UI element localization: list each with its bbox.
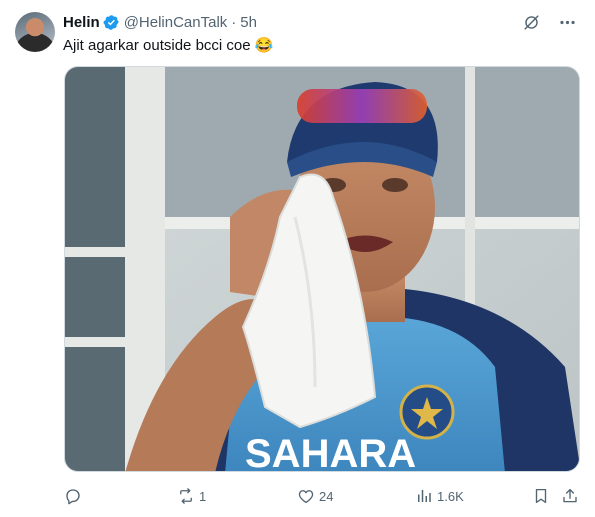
tweet-top-actions <box>521 12 577 32</box>
verified-badge-icon <box>103 14 119 30</box>
like-button[interactable]: 24 <box>297 485 333 507</box>
repost-icon <box>180 488 192 504</box>
crying-player-photo: SAHARA <box>65 67 579 472</box>
tweet-timestamp[interactable]: 5h <box>240 14 257 31</box>
share-icon <box>563 488 577 503</box>
tweet-action-bar: 1 24 1.6K <box>64 485 582 507</box>
bookmark-icon <box>535 488 547 504</box>
reply-button[interactable] <box>64 485 86 507</box>
author-handle[interactable]: @HelinCanTalk <box>124 14 228 31</box>
share-button[interactable] <box>561 485 579 507</box>
bookmark-button[interactable] <box>532 485 550 507</box>
more-icon[interactable] <box>557 12 577 32</box>
avatar[interactable] <box>15 12 55 52</box>
repost-button[interactable]: 1 <box>177 485 206 507</box>
grok-icon[interactable] <box>521 12 541 32</box>
reply-icon <box>66 489 80 505</box>
like-icon <box>298 490 314 504</box>
tweet-header: Helin @HelinCanTalk · 5h <box>63 13 257 31</box>
author-name[interactable]: Helin <box>63 14 100 31</box>
views-icon <box>418 490 431 502</box>
view-count: 1.6K <box>437 488 464 504</box>
jersey-sponsor-text: SAHARA <box>245 432 416 472</box>
tweet-text: Ajit agarkar outside bcci coe 😂 <box>63 37 274 54</box>
separator-dot: · <box>231 13 237 31</box>
views-button[interactable]: 1.6K <box>415 485 464 507</box>
tweet-media-image[interactable]: SAHARA <box>64 66 580 472</box>
like-count: 24 <box>319 488 334 504</box>
repost-count: 1 <box>199 488 207 504</box>
